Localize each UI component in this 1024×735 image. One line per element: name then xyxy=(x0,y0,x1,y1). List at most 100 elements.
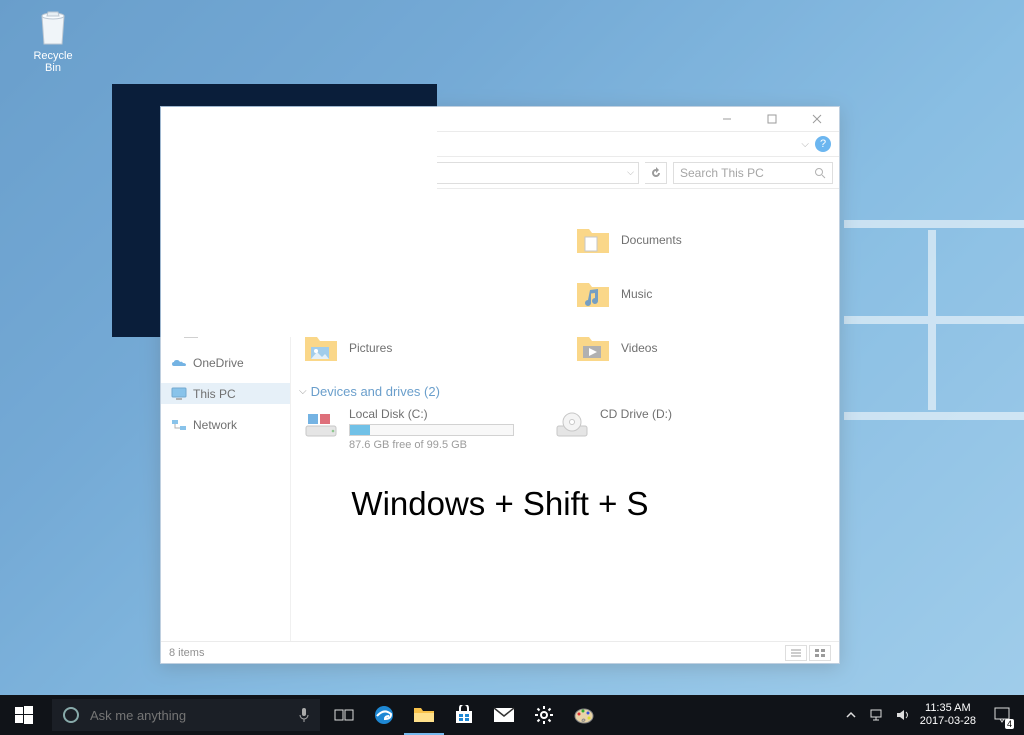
videos-icon xyxy=(183,324,199,340)
tree-network[interactable]: Network xyxy=(161,414,290,435)
cortana-icon xyxy=(62,706,80,724)
tree-onedrive[interactable]: OneDrive xyxy=(161,352,290,373)
folder-icon xyxy=(575,222,611,258)
taskbar-paint[interactable] xyxy=(564,695,604,735)
microphone-icon[interactable] xyxy=(298,707,310,723)
start-button[interactable] xyxy=(0,695,48,735)
action-center-button[interactable]: 4 xyxy=(984,695,1020,735)
address-bar[interactable]: › This PC ⌵ xyxy=(279,162,639,184)
tree-downloads[interactable]: Downloads 📌 xyxy=(161,237,290,258)
tray-network-icon[interactable] xyxy=(868,706,886,724)
tree-label: OneDrive xyxy=(193,356,244,370)
view-details-button[interactable] xyxy=(785,645,807,661)
tree-this-pc[interactable]: This PC xyxy=(161,383,290,404)
folder-pictures[interactable]: Pictures xyxy=(303,330,555,366)
view-large-icons-button[interactable] xyxy=(809,645,831,661)
tree-label: This PC xyxy=(193,387,236,401)
taskbar-edge[interactable] xyxy=(364,695,404,735)
drive-usage-bar xyxy=(349,424,514,436)
drive-free-text: 87.6 GB free of 99.5 GB xyxy=(349,439,514,451)
minimize-button[interactable] xyxy=(704,107,749,132)
drives-section-header[interactable]: ⌵ Devices and drives (2) xyxy=(299,384,827,399)
tree-label: Downloads xyxy=(204,241,263,255)
close-button[interactable] xyxy=(794,107,839,132)
star-icon xyxy=(171,198,187,214)
taskbar-search[interactable] xyxy=(52,699,320,731)
address-dropdown-icon[interactable]: ⌵ xyxy=(627,167,634,178)
notification-badge: 4 xyxy=(1005,719,1014,729)
drive-cd-d[interactable]: CD Drive (D:) xyxy=(554,407,672,451)
address-this-pc-icon xyxy=(284,165,300,181)
drive-label: CD Drive (D:) xyxy=(600,407,672,421)
folder-documents[interactable]: Documents xyxy=(575,222,827,258)
tab-file[interactable]: File xyxy=(161,132,208,156)
tree-label: Pictures xyxy=(205,283,248,297)
recycle-bin-label: Recycle Bin xyxy=(24,50,82,74)
ribbon-expand-icon[interactable]: ⌵ xyxy=(801,139,809,150)
cd-drive-icon xyxy=(554,407,590,443)
tree-quick-access[interactable]: Quick access xyxy=(161,195,290,216)
pin-icon: 📌 xyxy=(270,242,282,253)
folder-icon xyxy=(303,276,339,312)
music-icon xyxy=(183,303,199,319)
status-bar: 8 items xyxy=(161,641,839,663)
address-text: This PC xyxy=(315,166,358,180)
nav-back-button[interactable] xyxy=(167,162,189,184)
folder-desktop[interactable]: Desktop xyxy=(303,222,555,258)
tree-pictures[interactable]: Pictures 📌 xyxy=(161,279,290,300)
task-view-button[interactable] xyxy=(324,695,364,735)
folder-label: Pictures xyxy=(349,341,392,355)
status-item-count: 8 items xyxy=(169,647,204,659)
taskbar-store[interactable] xyxy=(444,695,484,735)
navigation-bar: ▾ › This PC ⌵ xyxy=(161,157,839,189)
hard-drive-icon xyxy=(303,407,339,443)
pin-icon: 📌 xyxy=(270,221,282,232)
nav-up-button[interactable] xyxy=(251,162,273,184)
tree-label: Desktop xyxy=(205,220,249,234)
recycle-bin-shortcut[interactable]: Recycle Bin xyxy=(24,8,82,74)
tree-documents[interactable]: Documents 📌 xyxy=(161,258,290,279)
tab-computer[interactable]: Computer xyxy=(208,132,289,156)
folder-icon xyxy=(575,276,611,312)
tree-music[interactable]: Music xyxy=(161,300,290,321)
search-input[interactable] xyxy=(680,166,814,180)
help-icon[interactable]: ? xyxy=(815,136,831,152)
taskbar-settings[interactable] xyxy=(524,695,564,735)
refresh-button[interactable] xyxy=(645,162,667,184)
window-title: This PC xyxy=(234,112,283,126)
maximize-button[interactable] xyxy=(749,107,794,132)
folder-label: Downloads xyxy=(349,287,408,301)
wallpaper-windows-logo xyxy=(834,220,1024,420)
titlebar[interactable]: ▾ | This PC xyxy=(161,107,839,132)
this-pc-icon xyxy=(171,386,187,402)
folders-section-header[interactable]: ⌵ Folders (6) xyxy=(299,199,827,214)
tab-view[interactable]: View xyxy=(289,132,343,156)
onedrive-icon xyxy=(171,355,187,371)
tray-chevron-up-icon[interactable] xyxy=(842,706,860,724)
taskbar-file-explorer[interactable] xyxy=(404,695,444,735)
qat-dropdown-icon[interactable]: ▾ xyxy=(207,111,223,127)
tree-desktop[interactable]: Desktop 📌 xyxy=(161,216,290,237)
nav-recent-dropdown[interactable]: ▾ xyxy=(223,162,245,184)
folder-label: Documents xyxy=(621,233,682,247)
folder-icon xyxy=(575,330,611,366)
tree-label: Network xyxy=(193,418,237,432)
documents-icon xyxy=(183,261,197,277)
taskbar-search-input[interactable] xyxy=(90,708,288,723)
pictures-icon xyxy=(183,282,199,298)
qat-properties-icon[interactable] xyxy=(187,111,203,127)
folder-label: Desktop xyxy=(349,233,393,247)
drive-local-c[interactable]: Local Disk (C:) 87.6 GB free of 99.5 GB xyxy=(303,407,514,451)
recycle-bin-icon xyxy=(36,8,70,46)
search-box[interactable] xyxy=(673,162,833,184)
folder-videos[interactable]: Videos xyxy=(575,330,827,366)
taskbar-mail[interactable] xyxy=(484,695,524,735)
content-pane: ⌵ Folders (6) Desktop Documents Download… xyxy=(291,189,839,641)
chevron-down-icon: ⌵ xyxy=(299,386,307,397)
nav-forward-button[interactable] xyxy=(195,162,217,184)
folder-music[interactable]: Music xyxy=(575,276,827,312)
tray-clock[interactable]: 11:35 AM 2017-03-28 xyxy=(920,702,976,728)
tray-volume-icon[interactable] xyxy=(894,706,912,724)
folder-downloads[interactable]: Downloads xyxy=(303,276,555,312)
tree-videos[interactable]: Videos xyxy=(161,321,290,342)
